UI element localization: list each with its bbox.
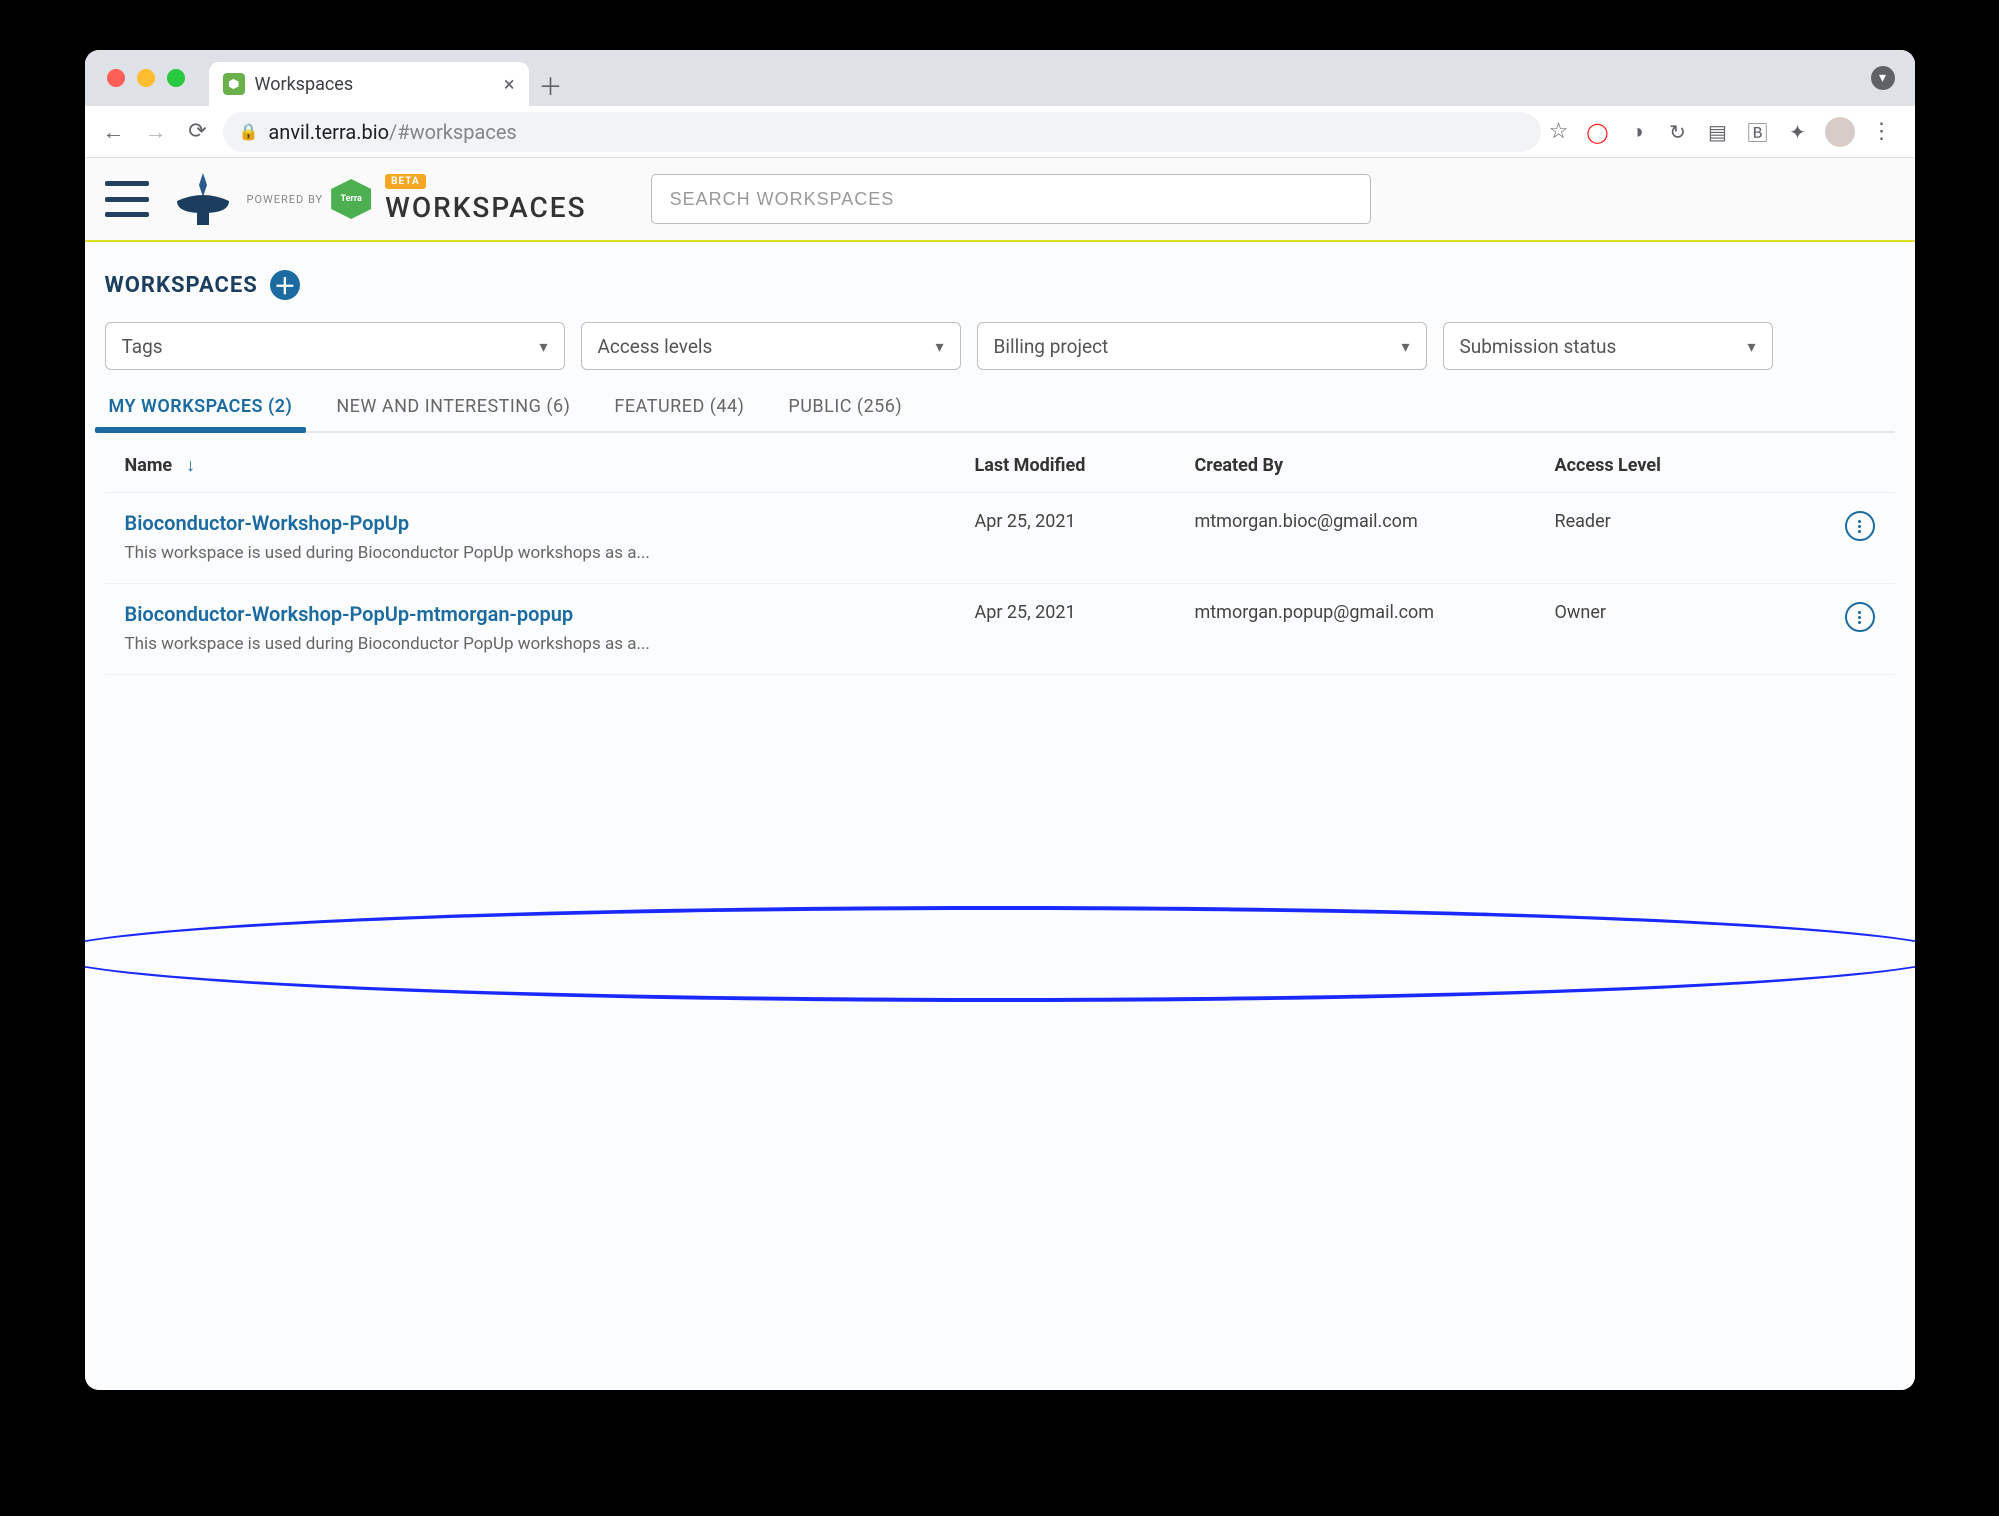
browser-tab[interactable]: Workspaces × [209,62,529,106]
sort-arrow-down-icon: ↓ [186,455,195,476]
window-close-button[interactable] [107,69,125,87]
browser-window: Workspaces × ＋ ▾ ← → ⟳ 🔒 anvil.terra.bio… [85,50,1915,1390]
reload-button[interactable]: ⟳ [181,115,215,149]
column-header-created-by[interactable]: Created By [1195,455,1555,476]
chevron-down-icon: ▾ [539,337,547,356]
cell-access-level: Owner [1555,602,1815,654]
filter-label: Submission status [1460,335,1617,358]
tab-public[interactable]: PUBLIC (256) [784,396,906,431]
column-header-access-level[interactable]: Access Level [1555,455,1815,476]
table-header: Name ↓ Last Modified Created By Access L… [105,433,1895,493]
extension-icon[interactable]: ▤ [1705,119,1731,145]
browser-toolbar: ← → ⟳ 🔒 anvil.terra.bio/#workspaces ☆ ◯ … [85,106,1915,158]
page-title-row: WORKSPACES ＋ [105,270,1895,300]
window-maximize-button[interactable] [167,69,185,87]
search-input[interactable] [670,189,1352,210]
tab-close-button[interactable]: × [504,72,515,96]
back-button[interactable]: ← [97,115,131,149]
tab-my-workspaces[interactable]: MY WORKSPACES (2) [105,396,297,431]
tab-title: Workspaces [255,74,354,95]
table-row: Bioconductor-Workshop-PopUp-mtmorgan-pop… [105,584,1895,675]
workspace-tabs: MY WORKSPACES (2) NEW AND INTERESTING (6… [105,396,1895,433]
extension-icon[interactable]: ↻ [1665,119,1691,145]
logo-block: POWERED BY Terra BETA WORKSPACES [173,171,587,227]
url-path: /#workspaces [389,120,517,144]
column-header-name[interactable]: Name ↓ [125,455,975,476]
workspace-description: This workspace is used during Bioconduct… [125,543,975,563]
window-controls [99,50,209,106]
filter-bar: Tags ▾ Access levels ▾ Billing project ▾… [105,322,1895,370]
new-tab-button[interactable]: ＋ [533,66,569,102]
workspace-description: This workspace is used during Bioconduct… [125,634,975,654]
browser-tab-strip: Workspaces × ＋ ▾ [85,50,1915,106]
search-box[interactable] [651,174,1371,224]
page-content: WORKSPACES ＋ Tags ▾ Access levels ▾ Bill… [85,242,1915,1390]
menu-button[interactable] [105,181,149,217]
filter-billing-project[interactable]: Billing project ▾ [977,322,1427,370]
header-label: Name [125,455,173,476]
tab-favicon-icon [223,73,245,95]
tab-featured[interactable]: FEATURED (44) [610,396,748,431]
beta-badge: BETA [385,174,426,189]
terra-logo-icon: Terra [331,179,371,219]
forward-button[interactable]: → [139,115,173,149]
row-actions-button[interactable] [1845,602,1875,632]
url-text: anvil.terra.bio/#workspaces [268,120,516,144]
address-bar[interactable]: 🔒 anvil.terra.bio/#workspaces [223,112,1541,152]
workspace-name-link[interactable]: Bioconductor-Workshop-PopUp [125,511,975,535]
column-header-last-modified[interactable]: Last Modified [975,455,1195,476]
extension-icon[interactable]: 🄱 [1745,119,1771,145]
tab-list-button[interactable]: ▾ [1871,66,1895,90]
chevron-down-icon: ▾ [1401,337,1409,356]
extensions-puzzle-icon[interactable]: ✦ [1785,119,1811,145]
filter-tags[interactable]: Tags ▾ [105,322,565,370]
cell-created-by: mtmorgan.bioc@gmail.com [1195,511,1555,563]
filter-label: Billing project [994,335,1109,358]
filter-access-levels[interactable]: Access levels ▾ [581,322,961,370]
window-minimize-button[interactable] [137,69,155,87]
cell-last-modified: Apr 25, 2021 [975,602,1195,654]
page-title: WORKSPACES [105,273,258,298]
cell-created-by: mtmorgan.popup@gmail.com [1195,602,1555,654]
lock-icon: 🔒 [239,122,259,141]
bookmark-star-icon[interactable]: ☆ [1549,119,1569,144]
row-actions-button[interactable] [1845,511,1875,541]
filter-label: Tags [122,335,163,358]
extension-icons: ◯ ◑ ↻ ▤ 🄱 ✦ ⋮ [1577,117,1903,147]
create-workspace-button[interactable]: ＋ [270,270,300,300]
powered-by-label: POWERED BY [247,194,324,205]
url-host: anvil.terra.bio [268,120,389,144]
header-title: WORKSPACES [385,191,586,224]
chevron-down-icon: ▾ [1747,337,1755,356]
cell-last-modified: Apr 25, 2021 [975,511,1195,563]
cell-access-level: Reader [1555,511,1815,563]
extension-icon[interactable]: ◑ [1625,119,1651,145]
workspace-name-link[interactable]: Bioconductor-Workshop-PopUp-mtmorgan-pop… [125,602,975,626]
terra-logo-text: Terra [341,194,362,204]
anvil-logo-icon [173,171,233,227]
table-row: Bioconductor-Workshop-PopUp This workspa… [105,493,1895,584]
filter-submission-status[interactable]: Submission status ▾ [1443,322,1773,370]
extension-icon[interactable]: ◯ [1585,119,1611,145]
highlight-annotation-ellipse [85,906,1915,1002]
browser-menu-button[interactable]: ⋮ [1869,119,1895,145]
profile-avatar[interactable] [1825,117,1855,147]
filter-label: Access levels [598,335,713,358]
app-header: POWERED BY Terra BETA WORKSPACES [85,158,1915,242]
tab-new-and-interesting[interactable]: NEW AND INTERESTING (6) [332,396,574,431]
chevron-down-icon: ▾ [935,337,943,356]
